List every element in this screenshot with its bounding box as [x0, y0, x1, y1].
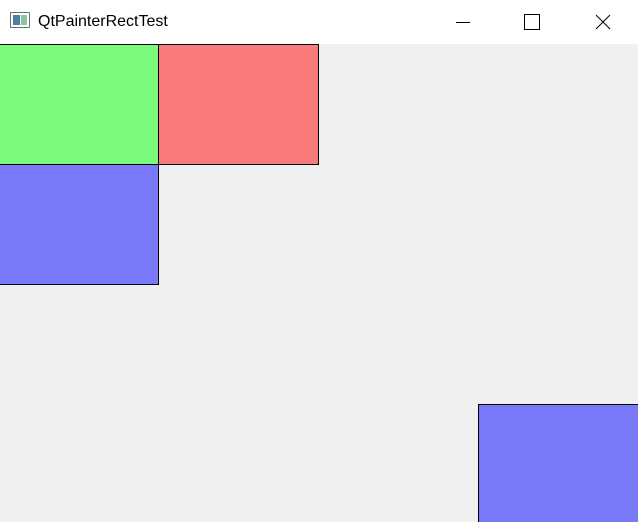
close-button[interactable]	[580, 0, 626, 44]
app-icon-block-right	[21, 15, 27, 25]
minimize-button[interactable]	[440, 0, 486, 44]
app-icon-block-left	[13, 15, 20, 25]
green-rectangle	[0, 44, 159, 165]
close-icon	[595, 14, 611, 30]
blue-rectangle-left	[0, 164, 159, 285]
title-bar[interactable]: QtPainterRectTest	[0, 0, 638, 44]
minimize-icon	[456, 22, 470, 23]
blue-rectangle-bottom-right	[478, 404, 638, 522]
window-title: QtPainterRectTest	[38, 13, 168, 30]
painter-canvas	[0, 44, 638, 522]
maximize-button[interactable]	[509, 0, 555, 44]
maximize-icon	[524, 14, 540, 30]
red-rectangle	[158, 44, 319, 165]
app-window: QtPainterRectTest	[0, 0, 638, 522]
app-icon[interactable]	[10, 12, 30, 28]
